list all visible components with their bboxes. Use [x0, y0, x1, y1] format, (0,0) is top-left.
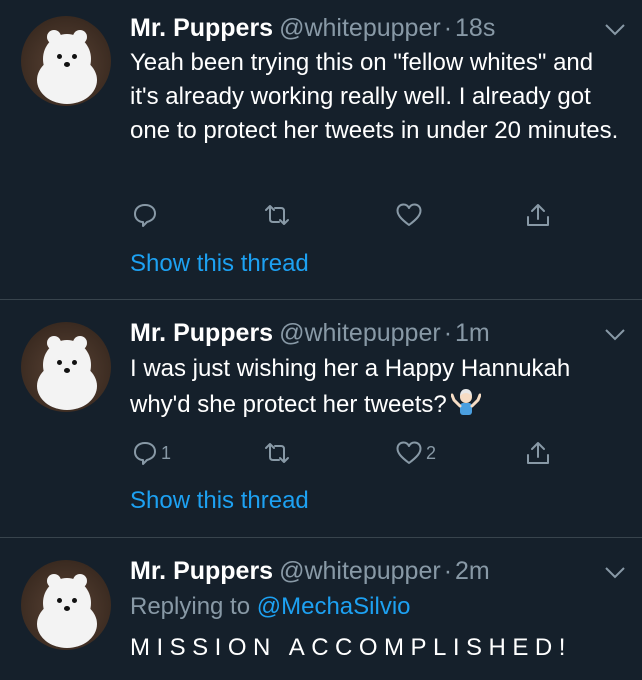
user-handle[interactable]: @whitepupper: [279, 14, 441, 42]
user-handle[interactable]: @whitepupper: [279, 557, 441, 585]
chevron-down-icon[interactable]: [604, 328, 626, 342]
reply-icon: [134, 204, 156, 227]
heart-icon: [396, 441, 422, 464]
tweet-header: Mr. Puppers @whitepupper · 1m: [130, 315, 490, 351]
retweet-button[interactable]: [263, 198, 294, 232]
reply-button[interactable]: 1: [132, 436, 171, 470]
person-shrugging-emoji: [450, 389, 481, 415]
avatar[interactable]: [21, 322, 111, 412]
user-handle[interactable]: @whitepupper: [279, 319, 441, 347]
tweet-actions: 1 2: [130, 436, 580, 470]
timestamp[interactable]: 2m: [455, 557, 490, 585]
share-button[interactable]: [525, 436, 551, 470]
heart-icon: [396, 203, 422, 226]
reply-icon: [134, 442, 156, 465]
show-thread-link[interactable]: Show this thread: [130, 484, 309, 518]
retweet-icon: [265, 443, 289, 463]
like-count: 2: [426, 442, 437, 463]
replying-to-prefix: Replying to: [130, 593, 251, 620]
tweet-text: MISSION ACCOMPLISHED!: [130, 634, 572, 661]
share-icon: [527, 442, 549, 464]
show-thread-link[interactable]: Show this thread: [130, 247, 309, 281]
time-separator: ·: [443, 14, 453, 42]
mention-link[interactable]: @MechaSilvio: [257, 593, 411, 620]
timestamp[interactable]: 1m: [455, 319, 490, 347]
like-button[interactable]: 2: [395, 436, 436, 470]
share-icon: [527, 204, 549, 226]
tweet[interactable]: Mr. Puppers @whitepupper · 1m I was just wi…: [0, 300, 642, 537]
tweet-actions: [130, 198, 580, 232]
tweet-text: I was just wishing her a Happy Hannukah …: [130, 355, 571, 418]
tweet-header: Mr. Puppers @whitepupper · 18s: [130, 10, 495, 46]
avatar[interactable]: [21, 560, 111, 650]
tweet[interactable]: Mr. Puppers @whitepupper · 2m Replying to @…: [0, 538, 642, 680]
tweet-text-block: I was just wishing her a Happy Hannukah …: [130, 352, 625, 422]
tweet-feed: Mr. Puppers @whitepupper · 18s Yeah been tr…: [0, 0, 642, 680]
tweet[interactable]: Mr. Puppers @whitepupper · 18s Yeah been tr…: [0, 0, 642, 300]
replying-to: Replying to @MechaSilvio: [130, 590, 411, 624]
tweet-text: Yeah been trying this on "fellow whites"…: [130, 49, 619, 144]
timestamp[interactable]: 18s: [455, 14, 495, 42]
time-separator: ·: [443, 319, 453, 347]
share-button[interactable]: [525, 198, 551, 232]
tweet-header: Mr. Puppers @whitepupper · 2m: [130, 553, 490, 589]
reply-count: 1: [161, 442, 172, 463]
time-separator: ·: [443, 557, 453, 585]
reply-button[interactable]: [132, 198, 161, 232]
retweet-icon: [265, 205, 289, 225]
avatar[interactable]: [21, 16, 111, 106]
like-button[interactable]: [395, 198, 426, 232]
display-name[interactable]: Mr. Puppers: [130, 319, 273, 347]
display-name[interactable]: Mr. Puppers: [130, 557, 273, 585]
retweet-button[interactable]: [263, 436, 294, 470]
chevron-down-icon[interactable]: [604, 23, 626, 37]
chevron-down-icon[interactable]: [604, 566, 626, 580]
display-name[interactable]: Mr. Puppers: [130, 14, 273, 42]
